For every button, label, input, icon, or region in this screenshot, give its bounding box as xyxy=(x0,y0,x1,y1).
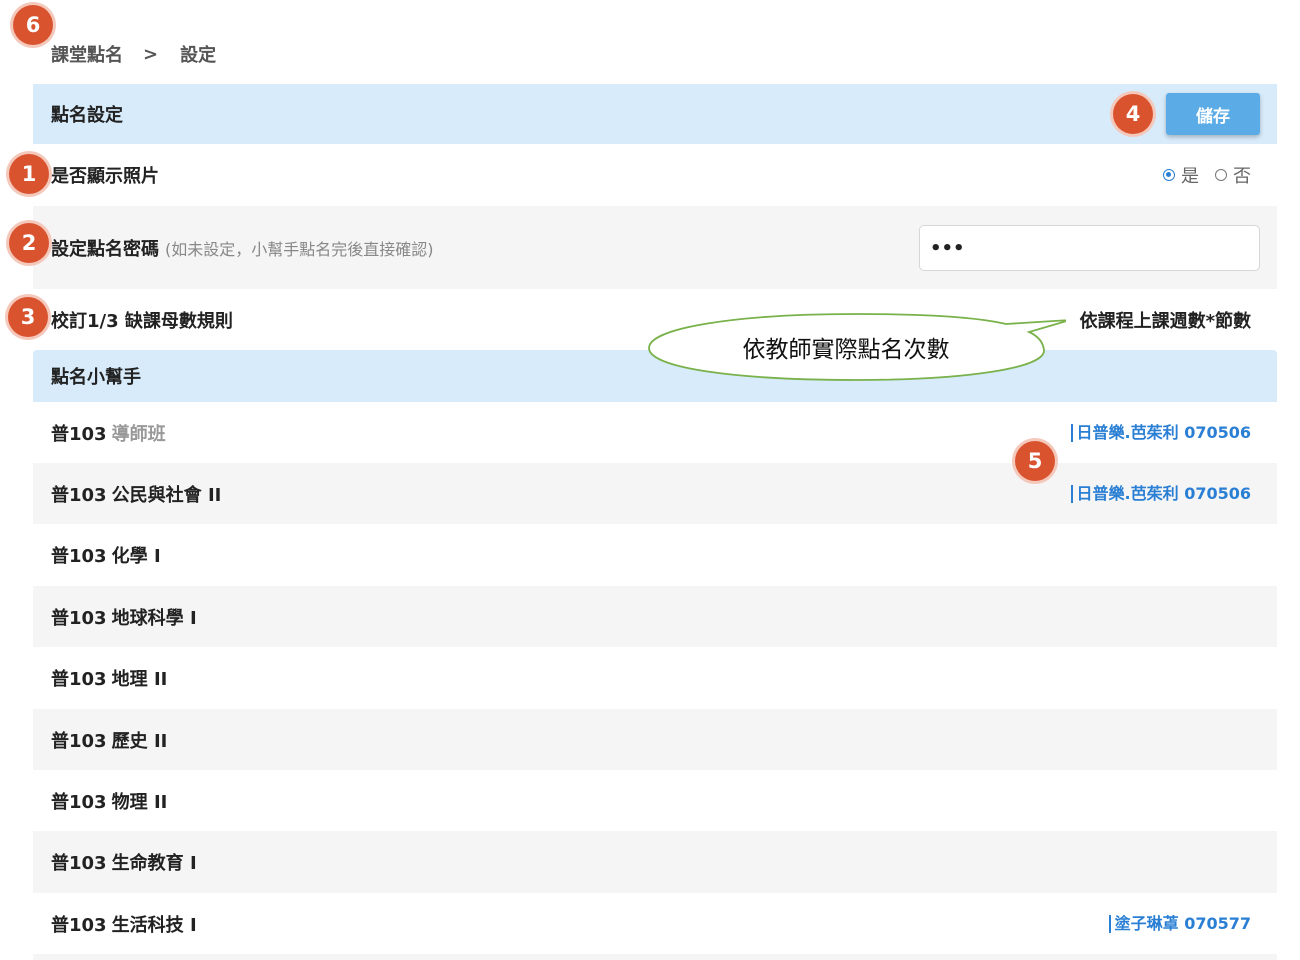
password-hint: (如未設定，小幫手點名完後直接確認) xyxy=(165,239,434,259)
course-class: 普103 xyxy=(51,791,107,813)
annotation-badge-3: 3 xyxy=(8,297,48,337)
course-subject: 物理 II xyxy=(111,791,168,813)
breadcrumb-separator-icon: > xyxy=(143,43,159,65)
show-photo-yes-label: 是 xyxy=(1181,166,1199,187)
show-photo-yes-radio[interactable]: 是 xyxy=(1163,162,1199,188)
breadcrumb-current: 設定 xyxy=(180,45,217,66)
course-row: 普103 地球科學 I xyxy=(33,586,1277,647)
course-subject: 地球科學 I xyxy=(111,607,197,629)
course-subject: 公民與社會 II xyxy=(111,484,222,506)
course-row-partial xyxy=(33,954,1277,960)
course-subject: 生活科技 I xyxy=(111,914,197,936)
course-subject: 生命教育 I xyxy=(111,853,197,874)
course-subject: 化學 I xyxy=(111,546,161,567)
breadcrumb-root-link[interactable]: 課堂點名 xyxy=(51,41,123,67)
annotation-badge-2: 2 xyxy=(9,223,49,263)
course-class: 普103 xyxy=(51,607,107,629)
teacher-name: 塗子琳䓬 xyxy=(1114,913,1179,933)
password-input[interactable]: ••• xyxy=(919,225,1260,271)
show-photo-label: 是否顯示照片 xyxy=(51,166,159,187)
course-row: 普103 物理 II xyxy=(33,770,1277,831)
course-class: 普103 xyxy=(51,853,107,874)
settings-header: 點名設定 儲存 xyxy=(33,84,1277,144)
teacher-code: 070506 xyxy=(1184,422,1251,442)
helper-title: 點名小幫手 xyxy=(51,367,141,388)
teacher-code: 070506 xyxy=(1184,483,1251,503)
password-label: 設定點名密碼 xyxy=(51,238,159,260)
course-class: 普103 xyxy=(51,546,107,567)
save-button[interactable]: 儲存 xyxy=(1166,93,1260,135)
course-class: 普103 xyxy=(51,914,107,936)
annotation-badge-6: 6 xyxy=(13,5,53,45)
course-row: 普103 導師班 日普樂.芭茱利 070506 xyxy=(33,402,1277,463)
course-teacher-link[interactable]: 日普樂.芭茱利 070506 xyxy=(1070,422,1251,442)
course-row: 普103 生活科技 I 塗子琳䓬 070577 xyxy=(33,893,1277,954)
show-photo-no-radio[interactable]: 否 xyxy=(1215,162,1251,188)
course-row: 普103 生命教育 I xyxy=(33,831,1277,893)
annotation-badge-4: 4 xyxy=(1113,94,1153,134)
course-class: 普103 xyxy=(51,423,107,445)
course-row: 普103 化學 I xyxy=(33,524,1277,586)
course-class: 普103 xyxy=(51,484,107,506)
course-teacher-link[interactable]: 日普樂.芭茱利 070506 xyxy=(1070,483,1251,503)
course-class: 普103 xyxy=(51,730,107,752)
teacher-name: 日普樂.芭茱利 xyxy=(1076,422,1179,442)
course-subject: 導師班 xyxy=(111,423,166,445)
breadcrumb: 課堂點名 > 設定 xyxy=(51,40,216,68)
settings-title: 點名設定 xyxy=(51,105,123,126)
course-row: 普103 公民與社會 II 日普樂.芭茱利 070506 xyxy=(33,463,1277,524)
show-photo-row: 是否顯示照片 是 否 xyxy=(33,144,1277,206)
course-teacher-link[interactable]: 塗子琳䓬 070577 xyxy=(1108,913,1251,933)
course-class: 普103 xyxy=(51,669,107,690)
show-photo-radio-group: 是 否 xyxy=(1147,162,1251,188)
teacher-code: 070577 xyxy=(1184,913,1251,933)
callout-text: 依教師實際點名次數 xyxy=(742,337,950,363)
radio-unchecked-icon xyxy=(1215,169,1227,181)
show-photo-no-label: 否 xyxy=(1233,166,1251,187)
radio-checked-icon xyxy=(1163,169,1175,181)
annotation-badge-5: 5 xyxy=(1015,441,1055,481)
course-row: 普103 歷史 II xyxy=(33,709,1277,770)
course-subject: 地理 II xyxy=(111,669,168,690)
annotation-badge-1: 1 xyxy=(9,154,49,194)
course-subject: 歷史 II xyxy=(111,730,168,752)
absence-rule-label: 校訂1/3 缺課母數規則 xyxy=(51,310,233,332)
absence-rule-value[interactable]: 依課程上課週數*節數 xyxy=(1080,307,1251,333)
course-row: 普103 地理 II xyxy=(33,647,1277,709)
teacher-name: 日普樂.芭茱利 xyxy=(1076,483,1179,503)
